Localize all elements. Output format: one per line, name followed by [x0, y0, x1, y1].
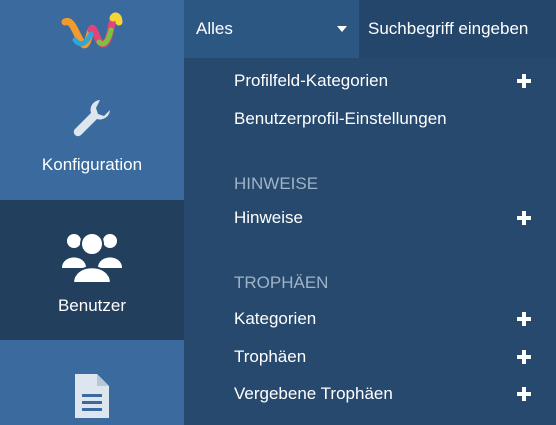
add-profilfeld-kategorie-icon[interactable]	[517, 74, 531, 88]
submenu-panel: Profilfeld-Kategorien Benutzerprofil-Ein…	[184, 58, 556, 425]
sidebar-item-benutzer[interactable]: Benutzer	[0, 200, 184, 340]
menu-item-hinweise[interactable]: Hinweise	[234, 208, 556, 228]
section-heading-hinweise: HINWEISE	[234, 174, 319, 193]
wrench-icon	[70, 96, 114, 140]
menu-item-kategorien[interactable]: Kategorien	[234, 309, 556, 329]
sidebar-item-label: Konfiguration	[41, 155, 143, 174]
search-scope-select[interactable]: Alles	[184, 0, 359, 58]
menu-item-label: Kategorien	[234, 309, 317, 328]
menu-item-label: Benutzerprofil-Einstellungen	[234, 109, 447, 128]
menu-item-label: Vergebene Trophäen	[234, 384, 393, 403]
menu-item-benutzerprofil-einstellungen[interactable]: Benutzerprofil-Einstellungen	[234, 109, 556, 129]
search-scope-value: Alles	[196, 19, 233, 38]
section-heading-trophaeen: TROPHÄEN	[234, 273, 329, 292]
add-trophaee-icon[interactable]	[517, 350, 531, 364]
menu-item-label: Trophäen	[234, 347, 307, 366]
document-icon	[73, 372, 111, 423]
search-input[interactable]	[359, 0, 556, 58]
logo-icon	[61, 12, 123, 49]
sidebar-item-label: Benutzer	[57, 296, 127, 315]
menu-item-label: Hinweise	[234, 208, 303, 227]
menu-item-vergebene-trophaeen[interactable]: Vergebene Trophäen	[234, 384, 556, 404]
sidebar-item-konfiguration[interactable]: Konfiguration	[0, 60, 184, 200]
add-vergebene-trophaee-icon[interactable]	[517, 387, 531, 401]
caret-down-icon	[337, 26, 347, 32]
add-kategorie-icon[interactable]	[517, 312, 531, 326]
users-icon	[61, 228, 123, 284]
app-logo[interactable]	[0, 0, 184, 60]
menu-item-trophaeen[interactable]: Trophäen	[234, 347, 556, 367]
menu-item-label: Profilfeld-Kategorien	[234, 71, 389, 90]
add-hinweis-icon[interactable]	[517, 211, 531, 225]
menu-item-profilfeld-kategorien[interactable]: Profilfeld-Kategorien	[234, 71, 556, 91]
sidebar-item-documents[interactable]	[0, 340, 184, 425]
